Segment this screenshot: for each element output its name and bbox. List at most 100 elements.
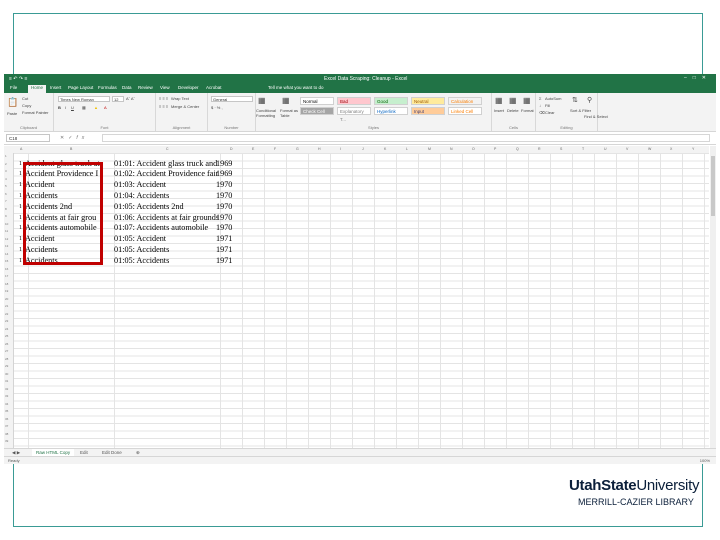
row-number[interactable]: 2	[5, 162, 7, 166]
cell-d[interactable]: 1969	[216, 159, 232, 168]
cell-c[interactable]: 01:02: Accident Providence fair	[114, 169, 218, 178]
row-number[interactable]: 32	[5, 387, 8, 391]
tab-formulas[interactable]: Formulas	[98, 85, 117, 90]
cell-d[interactable]: 1970	[216, 213, 232, 222]
column-header-y[interactable]: Y	[692, 147, 694, 151]
column-header-d[interactable]: D	[230, 147, 233, 151]
tab-review[interactable]: Review	[138, 85, 153, 90]
cell-c[interactable]: 01:05: Accidents 2nd	[114, 202, 218, 211]
column-header-u[interactable]: U	[604, 147, 607, 151]
cell-a[interactable]: 1	[19, 193, 22, 199]
cell-c[interactable]: 01:05: Accidents	[114, 245, 218, 254]
cell-a[interactable]: 1	[19, 161, 22, 167]
vertical-scrollbar[interactable]	[710, 146, 716, 464]
cell-a[interactable]: 1	[19, 236, 22, 242]
formula-bar-icons[interactable]: ✕✓fx	[60, 135, 88, 141]
conditional-formatting-button[interactable]: Conditional Formatting	[256, 108, 282, 118]
column-header-r[interactable]: R	[538, 147, 541, 151]
column-header-n[interactable]: N	[450, 147, 453, 151]
row-number[interactable]: 10	[5, 222, 8, 226]
cell-a[interactable]: 1	[19, 182, 22, 188]
row-number[interactable]: 21	[5, 304, 8, 308]
tab-page-layout[interactable]: Page Layout	[68, 85, 93, 90]
row-number[interactable]: 11	[5, 229, 8, 233]
borders-icon[interactable]: ▦	[82, 105, 86, 110]
cell-c[interactable]: 01:05: Accidents	[114, 256, 218, 265]
column-header-w[interactable]: W	[648, 147, 651, 151]
wrap-text-button[interactable]: Wrap Text	[171, 96, 189, 101]
formula-input[interactable]	[102, 134, 710, 142]
paste-button[interactable]: Paste	[7, 111, 17, 116]
cell-a[interactable]: 1	[19, 225, 22, 231]
row-number[interactable]: 1	[5, 154, 7, 158]
format-cells-icon[interactable]: ▦	[523, 96, 531, 105]
conditional-formatting-icon[interactable]: ▦	[258, 96, 266, 105]
sheet-tab-edit[interactable]: Edit	[76, 449, 92, 456]
sort-filter-button[interactable]: Sort & Filter	[570, 108, 591, 113]
style-hyperlink[interactable]: Hyperlink	[374, 107, 408, 115]
insert-cells-icon[interactable]: ▦	[495, 96, 503, 105]
style-neutral[interactable]: Neutral	[411, 97, 445, 105]
fill-color-icon[interactable]: ▲	[94, 105, 98, 110]
column-header-s[interactable]: S	[560, 147, 562, 151]
sheet-tab-edit-done[interactable]: Edit Done	[98, 449, 126, 456]
row-number[interactable]: 25	[5, 334, 8, 338]
column-header-l[interactable]: L	[406, 147, 408, 151]
delete-cells-icon[interactable]: ▦	[509, 96, 517, 105]
cell-c[interactable]: 01:06: Accidents at fair grounds	[114, 213, 218, 222]
function-icon[interactable]: fx	[76, 135, 88, 141]
paste-icon[interactable]: 📋	[7, 97, 18, 108]
column-header-m[interactable]: M	[428, 147, 431, 151]
column-header-i[interactable]: I	[340, 147, 341, 151]
column-header-h[interactable]: H	[318, 147, 321, 151]
row-number[interactable]: 6	[5, 192, 7, 196]
row-number[interactable]: 8	[5, 207, 7, 211]
row-number[interactable]: 15	[5, 259, 8, 263]
find-select-button[interactable]: Find & Select	[584, 114, 608, 119]
format-as-table-button[interactable]: Format as Table	[280, 108, 302, 118]
column-header-t[interactable]: T	[582, 147, 584, 151]
fill-button[interactable]: Fill	[545, 103, 550, 108]
row-number[interactable]: 34	[5, 402, 8, 406]
row-number[interactable]: 38	[5, 432, 8, 436]
tab-developer[interactable]: Developer	[178, 85, 199, 90]
column-header-x[interactable]: X	[670, 147, 672, 151]
cell-d[interactable]: 1971	[216, 256, 232, 265]
scroll-thumb[interactable]	[711, 156, 715, 216]
cell-a[interactable]: 1	[19, 247, 22, 253]
style-bad[interactable]: Bad	[337, 97, 371, 105]
cell-d[interactable]: 1969	[216, 169, 232, 178]
column-header-e[interactable]: E	[252, 147, 254, 151]
cell-d[interactable]: 1970	[216, 191, 232, 200]
copy-button[interactable]: Copy	[22, 103, 31, 108]
column-header-b[interactable]: B	[70, 147, 72, 151]
cell-d[interactable]: 1971	[216, 234, 232, 243]
column-header-k[interactable]: K	[384, 147, 386, 151]
cut-button[interactable]: Cut	[22, 96, 28, 101]
style-linked-cell[interactable]: Linked Cell	[448, 107, 482, 115]
fill-icon[interactable]: ↓	[539, 103, 541, 108]
tab-data[interactable]: Data	[122, 85, 132, 90]
align-left-icon[interactable]: ≡ ≡ ≡	[159, 104, 168, 109]
row-number[interactable]: 7	[5, 199, 7, 203]
number-format-select[interactable]: General	[211, 96, 253, 102]
cell-d[interactable]: 1971	[216, 245, 232, 254]
row-number[interactable]: 37	[5, 424, 8, 428]
row-number[interactable]: 39	[5, 439, 8, 443]
cell-a[interactable]: 1	[19, 258, 22, 264]
row-number[interactable]: 20	[5, 297, 8, 301]
underline-icon[interactable]: U	[71, 105, 74, 110]
format-button[interactable]: Format	[521, 108, 534, 113]
row-number[interactable]: 17	[5, 274, 8, 278]
column-header-a[interactable]: A	[20, 147, 22, 151]
row-number[interactable]: 31	[5, 379, 8, 383]
merge-center-button[interactable]: Merge & Center	[171, 104, 199, 109]
autosum-icon[interactable]: Σ	[539, 96, 541, 101]
row-number[interactable]: 27	[5, 349, 8, 353]
clear-icon[interactable]: ⌫	[539, 110, 545, 115]
minimize-icon[interactable]: –	[684, 75, 693, 81]
row-number[interactable]: 29	[5, 364, 8, 368]
window-controls[interactable]: –□✕	[684, 75, 712, 81]
find-select-icon[interactable]: ⚲	[587, 96, 592, 104]
name-box[interactable]: C18	[6, 134, 50, 142]
